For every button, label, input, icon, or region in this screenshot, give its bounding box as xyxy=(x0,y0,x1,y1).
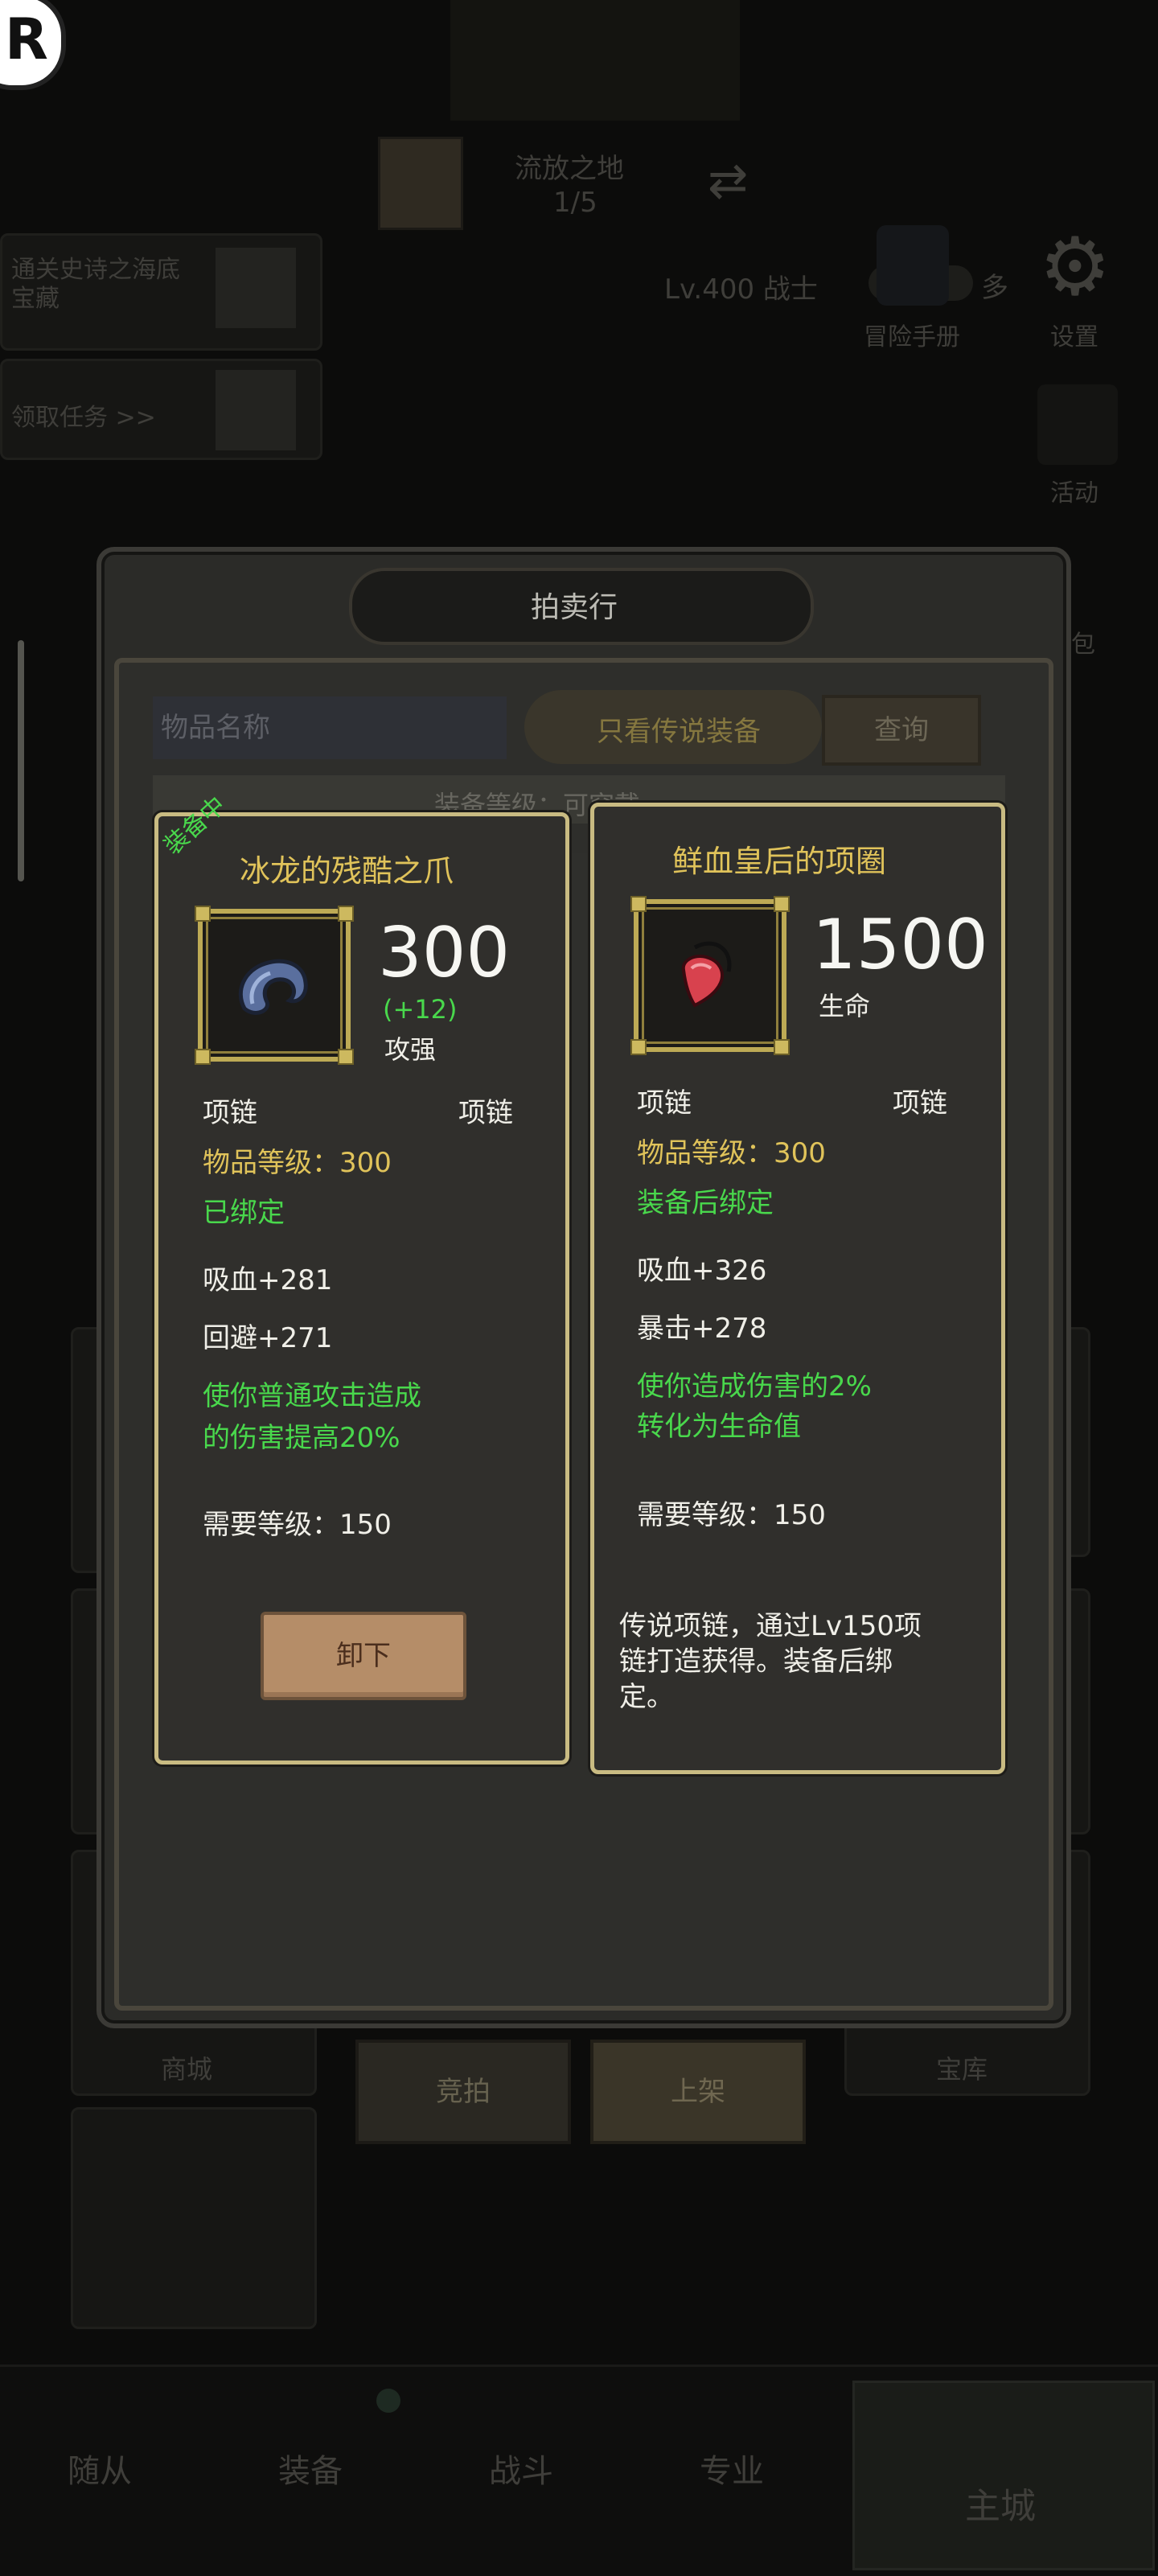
settings-label: 设置 xyxy=(1050,323,1098,351)
gear-icon[interactable]: ⚙ xyxy=(1039,227,1111,307)
equipped-required-level: 需要等级：150 xyxy=(203,1509,392,1541)
record-badge: R xyxy=(0,0,66,90)
search-input[interactable]: 物品名称 xyxy=(153,696,507,759)
adventure-manual-label: 冒险手册 xyxy=(864,323,960,351)
quest-icon-2 xyxy=(216,370,296,450)
quest-text-2: 领取任务 >> xyxy=(11,404,156,432)
auction-title: 拍卖行 xyxy=(531,591,618,624)
equipped-item-bonus: (+12) xyxy=(383,994,458,1025)
equipped-item-stat-label: 攻强 xyxy=(384,1034,437,1065)
equipped-item-icon-frame xyxy=(195,906,354,1065)
compare-effect-line1: 使你造成伤害的2% xyxy=(637,1370,872,1403)
compare-slot-right: 项链 xyxy=(893,1087,947,1120)
pet-button[interactable] xyxy=(71,2107,317,2329)
swap-icon[interactable]: ⇄ xyxy=(708,153,748,209)
shop-label: 商城 xyxy=(161,2054,213,2085)
tab-main-city-label: 主城 xyxy=(965,2486,1036,2527)
map-name: 流放之地 xyxy=(515,153,624,185)
query-button[interactable]: 查询 xyxy=(822,695,981,766)
quest-text-1: 通关史诗之海底宝藏 xyxy=(11,256,180,313)
adventure-manual-icon[interactable] xyxy=(877,225,949,306)
compare-desc-line2: 链打造获得。装备后绑 xyxy=(619,1645,893,1678)
compare-item-stat-label: 生命 xyxy=(819,991,871,1021)
equipped-effect-line1: 使你普通攻击造成 xyxy=(203,1380,421,1412)
compare-item-icon-frame xyxy=(630,896,790,1055)
compare-required-level: 需要等级：150 xyxy=(637,1499,826,1531)
multi-label: 多 xyxy=(981,272,1008,304)
activity-icon[interactable] xyxy=(1037,384,1118,465)
list-item-button[interactable]: 上架 xyxy=(590,2040,806,2144)
compare-item-value: 1500 xyxy=(812,905,988,985)
equipped-stat-dodge: 回避+271 xyxy=(203,1322,333,1354)
equipped-slot-left: 项链 xyxy=(203,1097,257,1129)
equipped-stat-lifesteal: 吸血+281 xyxy=(203,1264,333,1296)
tab-followers[interactable]: 随从 xyxy=(68,2445,132,2492)
quest-icon-1 xyxy=(216,248,296,328)
map-progress: 1/5 xyxy=(553,187,597,219)
compare-stat-lifesteal: 吸血+326 xyxy=(637,1255,767,1287)
map-thumb[interactable] xyxy=(378,137,463,230)
equipped-item-level: 物品等级：300 xyxy=(203,1147,392,1179)
equipped-effect-line2: 的伤害提高20% xyxy=(203,1422,400,1454)
compare-item-level: 物品等级：300 xyxy=(637,1137,826,1169)
blood-gem-necklace-icon xyxy=(681,941,732,1008)
tab-battle[interactable]: 战斗 xyxy=(489,2445,553,2492)
tab-main-city[interactable] xyxy=(852,2381,1155,2570)
compare-desc-line1: 传说项链，通过Lv150项 xyxy=(619,1610,922,1642)
compare-bind-status: 装备后绑定 xyxy=(637,1187,774,1219)
scroll-indicator[interactable] xyxy=(18,640,24,881)
equipped-slot-right: 项链 xyxy=(458,1097,513,1129)
compare-item-name: 鲜血皇后的项圈 xyxy=(672,844,887,879)
compare-stat-crit: 暴击+278 xyxy=(637,1313,767,1345)
bid-button[interactable]: 竞拍 xyxy=(355,2040,571,2144)
equipped-item-value: 300 xyxy=(378,913,511,993)
equipped-item-name: 冰龙的残酷之爪 xyxy=(240,853,454,889)
tab-equipment[interactable]: 装备 xyxy=(278,2445,343,2492)
unequip-button[interactable]: 卸下 xyxy=(261,1612,466,1700)
notification-dot xyxy=(376,2389,400,2413)
player-level: Lv.400 战士 xyxy=(664,273,818,306)
compare-desc-line3: 定。 xyxy=(619,1681,674,1713)
tab-profession[interactable]: 专业 xyxy=(700,2445,764,2492)
treasury-label: 宝库 xyxy=(936,2054,988,2085)
legend-only-label: 只看传说装备 xyxy=(597,716,761,748)
compare-effect-line2: 转化为生命值 xyxy=(637,1411,801,1443)
equipped-bind-status: 已绑定 xyxy=(203,1197,285,1229)
compare-slot-left: 项链 xyxy=(637,1087,692,1120)
top-scene xyxy=(450,0,740,121)
activity-label: 活动 xyxy=(1050,479,1098,507)
unequip-button-label: 卸下 xyxy=(336,1640,391,1672)
claw-necklace-icon xyxy=(238,959,308,1015)
gift-bag-label: 包 xyxy=(1071,631,1095,659)
